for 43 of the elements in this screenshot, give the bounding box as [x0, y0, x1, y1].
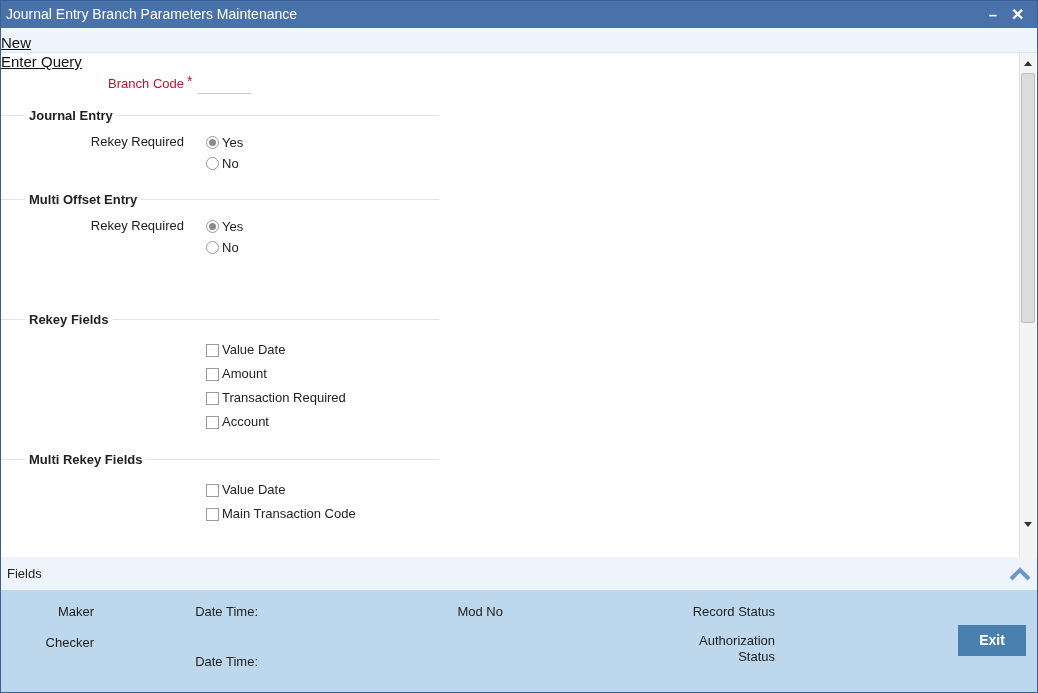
radio-button[interactable] [206, 241, 219, 254]
checkbox-label: Amount [222, 365, 267, 384]
radio-label: Yes [222, 217, 244, 236]
minimize-button[interactable]: – [988, 7, 997, 22]
record-status-label: Record Status [691, 603, 775, 621]
new-link[interactable]: New [1, 34, 31, 52]
checkbox[interactable] [206, 507, 219, 521]
radio-label: No [222, 238, 239, 257]
checkbox[interactable] [206, 343, 219, 357]
chevron-up-icon[interactable] [1009, 566, 1031, 581]
window-title: Journal Entry Branch Parameters Maintenance [6, 5, 299, 24]
radio-button[interactable] [206, 136, 219, 149]
scroll-up-icon[interactable] [1024, 61, 1032, 66]
checker-label: Checker [44, 633, 94, 652]
exit-button[interactable]: Exit [958, 625, 1026, 656]
scrollbar-thumb[interactable] [1021, 73, 1035, 323]
checkbox-label: Main Transaction Code [222, 505, 356, 524]
required-mark: * [187, 71, 193, 91]
date-time-label: Date Time: [194, 652, 258, 671]
scrollbar[interactable] [1019, 53, 1036, 557]
checkbox[interactable] [206, 483, 219, 497]
authorization-status-label: Authorization Status [698, 632, 775, 666]
close-button[interactable]: ✕ [1011, 6, 1024, 23]
checkbox-label: Value Date [222, 341, 286, 360]
radio-button[interactable] [206, 220, 219, 233]
checkbox[interactable] [206, 415, 219, 429]
field-label: Rekey Required [89, 133, 184, 151]
checkbox-label: Transaction Required [222, 389, 346, 408]
branch-code-label: Branch Code [107, 75, 184, 94]
scroll-down-icon[interactable] [1024, 522, 1032, 527]
mod-no-label: Mod No [456, 603, 503, 621]
radio-label: Yes [222, 133, 244, 152]
field-label: Rekey Required [89, 217, 184, 235]
radio-button[interactable] [206, 157, 219, 170]
fields-label: Fields [7, 564, 43, 583]
maker-label: Maker [56, 603, 94, 621]
checkbox-label: Account [222, 413, 269, 432]
date-time-label: Date Time: [194, 603, 258, 621]
checkbox[interactable] [206, 367, 219, 381]
enter-query-link[interactable]: Enter Query [1, 53, 82, 71]
checkbox[interactable] [206, 391, 219, 405]
radio-label: No [222, 154, 239, 173]
checkbox-label: Value Date [222, 481, 286, 500]
